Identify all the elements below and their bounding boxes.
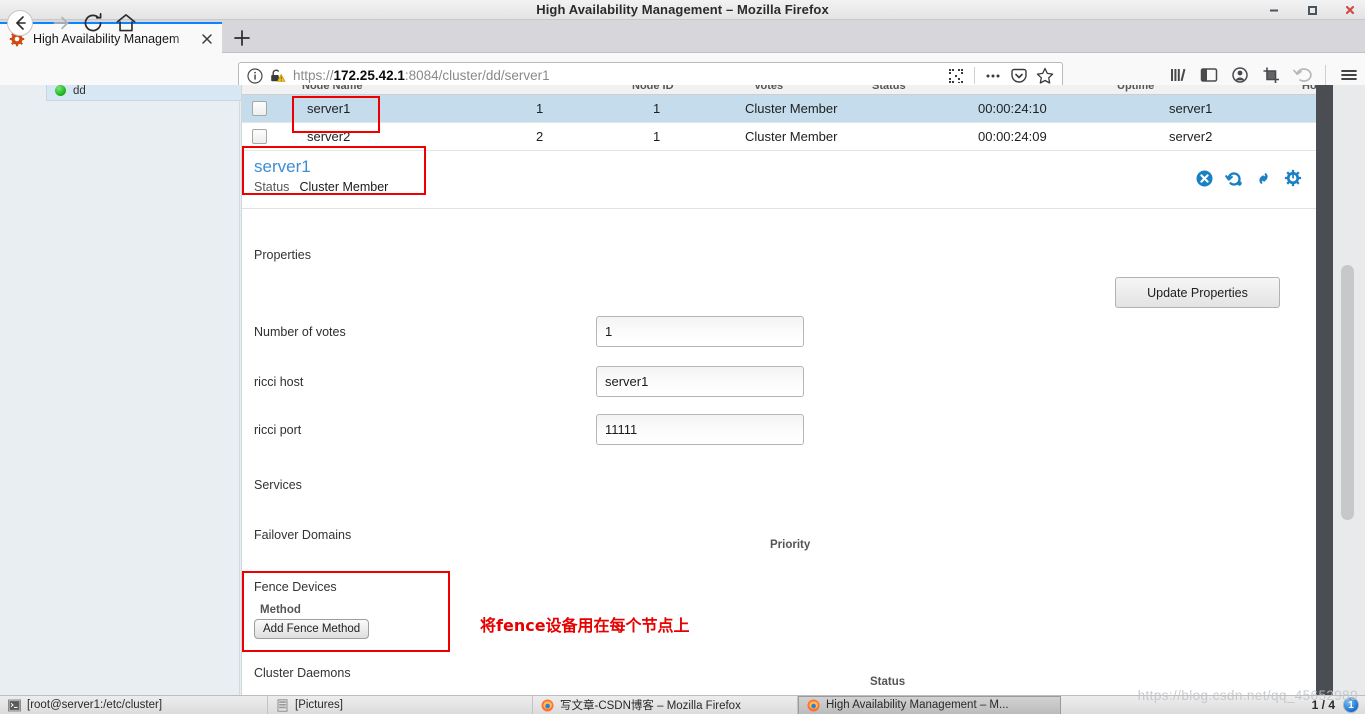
cluster-sidebar: dd	[8, 85, 242, 695]
cell-uptime: 00:00:24:10	[978, 101, 1047, 116]
forward-button[interactable]	[48, 10, 74, 36]
label-ricci-host: ricci host	[254, 375, 304, 389]
join-cluster-icon[interactable]	[1255, 170, 1272, 192]
taskbar-item-terminal[interactable]: [root@server1:/etc/cluster]	[0, 695, 268, 714]
column-header-status: Status	[872, 85, 906, 92]
back-button[interactable]	[7, 10, 33, 36]
taskbar: [root@server1:/etc/cluster] [Pictures] 写…	[0, 695, 1365, 714]
annotation-text: 将fence设备用在每个节点上	[480, 616, 690, 635]
row-checkbox[interactable]	[252, 101, 267, 116]
node-action-icons	[1196, 169, 1302, 192]
terminal-icon	[8, 699, 21, 712]
add-fence-method-button[interactable]: Add Fence Method	[254, 619, 370, 639]
column-header-node-name: Node Name	[302, 85, 363, 92]
taskbar-item-label: High Availability Management – M...	[826, 699, 1009, 711]
url-path: :8084/cluster/dd/server1	[404, 68, 550, 83]
column-header-node-id: Node ID	[632, 85, 674, 92]
cell-votes: 1	[653, 101, 661, 116]
cell-hostname: server1	[1169, 101, 1213, 116]
taskbar-item-label: [Pictures]	[295, 699, 343, 711]
cell-node-name: server1	[307, 101, 351, 116]
page-body: Node Name Node ID Votes Status Uptime Ho…	[241, 85, 1317, 695]
column-header-hostname: Hostname	[1302, 85, 1317, 92]
section-title-services: Services	[254, 478, 302, 492]
maximize-button[interactable]	[1301, 1, 1323, 19]
vertical-scrollbar-thumb[interactable]	[1341, 265, 1354, 520]
node-table: Node Name Node ID Votes Status Uptime Ho…	[242, 85, 1317, 151]
taskbar-right: 1 / 4 1	[1312, 697, 1365, 713]
url-text: https://172.25.42.1:8084/cluster/dd/serv…	[293, 68, 550, 83]
window-controls	[1263, 0, 1361, 20]
status-label: Status	[254, 180, 290, 194]
column-header-uptime: Uptime	[1117, 85, 1155, 92]
workspace-badge[interactable]: 1	[1343, 697, 1359, 713]
minimize-button[interactable]	[1263, 1, 1285, 19]
ricci-host-input[interactable]	[596, 366, 804, 397]
sidebar-item-label: dd	[73, 85, 86, 97]
section-title-failover-domains: Failover Domains	[254, 528, 352, 542]
taskbar-item-label: 写文章-CSDN博客 – Mozilla Firefox	[560, 700, 741, 712]
close-icon[interactable]	[198, 30, 216, 48]
close-button[interactable]	[1339, 1, 1361, 19]
sidebar-item-cluster-dd[interactable]: dd	[46, 85, 242, 101]
cell-status: Cluster Member	[745, 101, 838, 116]
file-manager-icon	[276, 698, 289, 712]
section-title-fence-devices: Fence Devices	[254, 580, 337, 594]
taskbar-item-ha-management[interactable]: High Availability Management – M...	[798, 695, 1061, 714]
browser-content: dd Node Name Node ID Votes Status Uptime…	[0, 85, 1333, 695]
node-detail-header: server1 Status Cluster Member	[242, 147, 1317, 209]
url-host: 172.25.42.1	[333, 68, 405, 83]
section-title-cluster-daemons: Cluster Daemons	[254, 666, 351, 680]
fence-icon[interactable]	[1284, 169, 1302, 192]
node-table-header: Node Name Node ID Votes Status Uptime Ho…	[242, 85, 1317, 95]
firefox-icon	[807, 699, 820, 712]
tab-strip: High Availability Managem	[0, 20, 1365, 53]
status-value: Cluster Member	[299, 180, 389, 194]
number-of-votes-input[interactable]	[596, 316, 804, 347]
section-title-properties: Properties	[254, 248, 311, 262]
desktop-right-edge	[1316, 85, 1333, 695]
screen: High Availability Management – Mozilla F…	[0, 0, 1365, 714]
cell-node-id: 1	[536, 101, 544, 116]
node-detail-name: server1	[254, 157, 311, 176]
home-button[interactable]	[113, 10, 139, 36]
column-header-priority: Priority	[770, 539, 811, 551]
label-number-of-votes: Number of votes	[254, 325, 346, 339]
taskbar-item-pictures[interactable]: [Pictures]	[268, 695, 533, 714]
window-title: High Availability Management – Mozilla F…	[536, 2, 829, 17]
taskbar-item-label: [root@server1:/etc/cluster]	[27, 699, 163, 711]
reboot-icon[interactable]	[1225, 170, 1243, 192]
ricci-port-input[interactable]	[596, 414, 804, 445]
label-ricci-port: ricci port	[254, 423, 302, 437]
update-properties-button[interactable]: Update Properties	[1115, 277, 1280, 308]
tab-high-availability-management[interactable]: High Availability Managem	[0, 22, 222, 53]
divider	[1325, 65, 1326, 85]
row-checkbox[interactable]	[252, 129, 267, 144]
leave-cluster-icon[interactable]	[1196, 170, 1213, 192]
firefox-icon	[541, 699, 554, 712]
column-header-votes: Votes	[754, 85, 784, 92]
node-detail-status: Status Cluster Member	[254, 180, 388, 194]
reload-button[interactable]	[80, 10, 106, 36]
taskbar-item-csdn-firefox[interactable]: 写文章-CSDN博客 – Mozilla Firefox	[533, 695, 798, 714]
green-status-dot	[55, 85, 66, 96]
workspace-pager[interactable]: 1 / 4	[1312, 698, 1335, 712]
new-tab-button[interactable]	[230, 26, 254, 50]
table-row[interactable]: server1 1 1 Cluster Member 00:00:24:10 s…	[242, 95, 1317, 123]
column-header-daemon-status: Status	[870, 676, 906, 688]
divider	[974, 67, 975, 84]
column-header-method: Method	[260, 604, 301, 616]
window-titlebar: High Availability Management – Mozilla F…	[0, 0, 1365, 20]
